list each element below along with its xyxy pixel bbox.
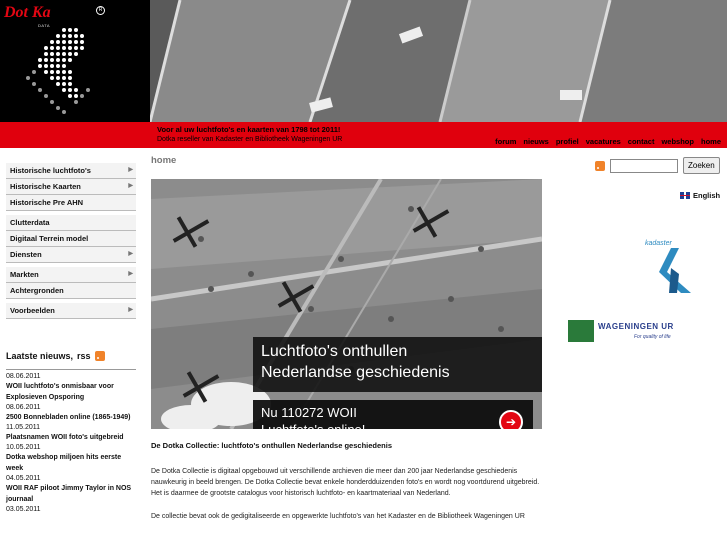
sidebar-item-historische-pre-ahn[interactable]: Historische Pre AHN	[6, 195, 136, 211]
rss-icon[interactable]	[595, 160, 605, 171]
news-heading-text: Laatste nieuws,	[6, 351, 74, 361]
sidebar-item-digitaal-terrein-model[interactable]: Digitaal Terrein model	[6, 231, 136, 247]
news-date: 10.05.2011	[6, 444, 41, 451]
registered-mark-icon: R	[96, 6, 105, 15]
article-paragraph-2: De collectie bevat ook de gedigitaliseer…	[151, 513, 525, 520]
sidebar-item-label: Voorbeelden	[10, 306, 55, 315]
sidebar-item-historische-kaarten[interactable]: Historische Kaarten ▶	[6, 179, 136, 195]
nav-profiel[interactable]: profiel	[556, 137, 579, 146]
news-item: 08.06.2011 WOII luchtfoto's onmisbaar voo…	[6, 372, 136, 403]
news-title-link[interactable]: WOII luchtfoto's onmisbaar voor Explosie…	[6, 381, 136, 403]
news-title-link[interactable]: 2500 Bonnebladen online (1865-1949)	[6, 412, 136, 423]
nav-webshop[interactable]: webshop	[661, 137, 694, 146]
hero-cta-line-2: Luchtfoto's online!	[261, 421, 525, 429]
header-aerial-photos	[150, 0, 727, 122]
kadaster-logo-text: kadaster	[645, 240, 672, 247]
news-item: 04.05.2011 WOII RAF piloot Jimmy Taylor i…	[6, 474, 136, 505]
news-item: 03.05.2011	[6, 505, 136, 514]
search-button[interactable]: Zoeken	[683, 157, 720, 174]
nav-nieuws[interactable]: nieuws	[523, 137, 548, 146]
search-bar: Zoeken	[595, 157, 725, 174]
sidebar-item-historische-luchtfotos[interactable]: Historische luchtfoto's ▶	[6, 163, 136, 179]
sidebar-item-label: Clutterdata	[10, 218, 50, 227]
search-input[interactable]	[610, 158, 678, 173]
news-title-link[interactable]: Plaatsnamen WOII foto's uitgebreid	[6, 432, 136, 443]
news-rss-link[interactable]: rss	[77, 351, 91, 361]
sidebar-item-diensten[interactable]: Diensten ▶	[6, 247, 136, 263]
article-paragraph-1: De Dotka Collectie is digitaal opgebouwd…	[151, 468, 540, 497]
hero-line-2: Nederlandse geschiedenis	[261, 364, 450, 381]
wur-tagline: For quality of life	[634, 334, 671, 340]
sidebar-item-label: Digitaal Terrein model	[10, 234, 89, 243]
header-tagline: Voor al uw luchtfoto's en kaarten van 17…	[157, 125, 341, 134]
uk-flag-icon	[680, 192, 690, 199]
aerial-photo-collage	[150, 0, 727, 122]
news-title-link[interactable]: Dotka webshop miljoen hits eerste week	[6, 452, 136, 474]
arrow-right-icon: ▶	[128, 251, 133, 257]
news-item: 11.05.2011 Plaatsnamen WOII foto's uitgeb…	[6, 423, 136, 443]
logo-text: Dot Ka	[4, 4, 51, 21]
news-heading: Laatste nieuws, rss	[6, 351, 136, 361]
arrow-right-icon: ▶	[128, 307, 133, 313]
nav-home[interactable]: home	[701, 137, 721, 146]
hero-banner[interactable]: Luchtfoto's onthullen Nederlandse geschi…	[151, 179, 542, 429]
nav-contact[interactable]: contact	[628, 137, 655, 146]
kadaster-mark-icon	[659, 248, 691, 293]
left-sidebar: Historische luchtfoto's ▶ Historische Kaa…	[6, 163, 136, 514]
arrow-right-icon: ▶	[128, 167, 133, 173]
article-title: De Dotka Collectie: luchtfoto's onthulle…	[151, 441, 392, 450]
arrow-right-circle-icon[interactable]: ➔	[499, 410, 523, 429]
sidebar-item-label: Markten	[10, 270, 39, 279]
sidebar-item-label: Diensten	[10, 250, 42, 259]
nav-vacatures[interactable]: vacatures	[586, 137, 621, 146]
news-date: 08.06.2011	[6, 404, 41, 411]
arrow-right-icon: ▶	[128, 271, 133, 277]
wur-emblem-icon	[568, 320, 594, 342]
hero-line-1: Luchtfoto's onthullen	[261, 343, 408, 360]
sidebar-item-achtergronden[interactable]: Achtergronden	[6, 283, 136, 299]
news-item: 10.05.2011 Dotka webshop miljoen hits eer…	[6, 443, 136, 474]
wageningen-ur-logo[interactable]: WAGENINGEN UR For quality of life	[568, 320, 708, 345]
main-content: home Luchtfoto's onthullen Nederlandse g…	[151, 155, 543, 520]
sidebar-item-markten[interactable]: Markten ▶	[6, 267, 136, 283]
news-title-link[interactable]: WOII RAF piloot Jimmy Taylor in NOS jour…	[6, 483, 136, 505]
wur-name: WAGENINGEN UR	[598, 322, 674, 331]
header-subtagline: Dotka reseller van Kadaster en Bibliothe…	[157, 136, 343, 143]
kadaster-logo[interactable]: kadaster	[635, 240, 715, 293]
article: De Dotka Collectie: luchtfoto's onthulle…	[151, 441, 543, 534]
right-column: Zoeken English kadaster WAGENINGEN UR Fo…	[568, 157, 725, 342]
sidebar-item-voorbeelden[interactable]: Voorbeelden ▶	[6, 303, 136, 319]
hero-cta[interactable]: Nu 110272 WOII Luchtfoto's online! ➔	[253, 400, 533, 429]
sidebar-item-label: Achtergronden	[10, 286, 64, 295]
news-list: 08.06.2011 WOII luchtfoto's onmisbaar voo…	[6, 369, 136, 514]
breadcrumb: home	[151, 155, 177, 166]
language-switch[interactable]: English	[680, 191, 720, 200]
top-navigation: forum nieuws profiel vacatures contact w…	[495, 137, 721, 146]
nav-forum[interactable]: forum	[495, 137, 516, 146]
hero-caption: Luchtfoto's onthullen Nederlandse geschi…	[253, 337, 542, 392]
news-date: 04.05.2011	[6, 475, 41, 482]
site-header: Dot Ka DATA R Voor al uw luchtfoto's en …	[0, 0, 727, 148]
news-date: 03.05.2011	[6, 506, 41, 513]
arrow-right-icon: ▶	[128, 183, 133, 189]
netherlands-dot-map-icon	[26, 28, 90, 114]
sidebar-item-clutterdata[interactable]: Clutterdata	[6, 215, 136, 231]
hero-cta-line-1: Nu 110272 WOII	[261, 405, 357, 420]
sidebar-item-label: Historische Kaarten	[10, 182, 81, 191]
rss-icon[interactable]	[94, 351, 105, 361]
language-label: English	[693, 191, 721, 200]
news-date: 11.05.2011	[6, 424, 40, 431]
news-date: 08.06.2011	[6, 373, 41, 380]
sidebar-item-label: Historische Pre AHN	[10, 198, 84, 207]
sidebar-item-label: Historische luchtfoto's	[10, 166, 91, 175]
news-item: 08.06.2011 2500 Bonnebladen online (1865-…	[6, 403, 136, 423]
